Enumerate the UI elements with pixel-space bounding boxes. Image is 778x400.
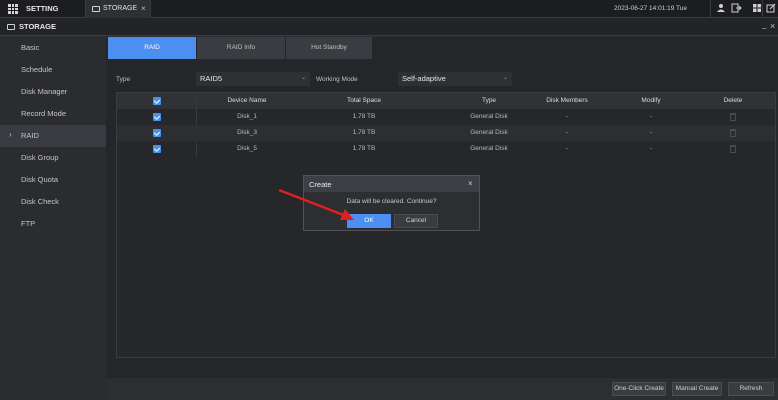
ok-button[interactable]: OK xyxy=(347,214,391,228)
chevron-right-icon: › xyxy=(9,130,12,139)
table-row[interactable]: Disk_1 1.78 TB General Disk - - xyxy=(117,109,775,125)
sidebar-item-label: Disk Check xyxy=(21,197,59,206)
type-value: RAID5 xyxy=(200,74,223,83)
sidebar-item-label: Disk Quota xyxy=(21,175,59,184)
setting-title[interactable]: SETTING xyxy=(26,4,59,13)
table-row[interactable]: Disk_5 1.78 TB General Disk - - xyxy=(117,141,775,157)
sidebar-item-label: Disk Group xyxy=(21,153,59,162)
chevron-down-icon: ⌄ xyxy=(300,75,306,81)
sidebar-item-label: Disk Manager xyxy=(21,87,68,96)
row-checkbox[interactable] xyxy=(153,113,161,121)
sidebar-item-disk-group[interactable]: Disk Group xyxy=(0,147,106,169)
close-tab-icon[interactable]: × xyxy=(141,4,146,13)
sidebar-item-label: Schedule xyxy=(21,65,53,74)
sidebar-item-ftp[interactable]: FTP xyxy=(0,213,106,235)
dialog-message: Data will be cleared. Continue? xyxy=(346,198,437,205)
top-bar: SETTING STORAGE × 2023-06-27 14:01:19 Tu… xyxy=(0,0,778,18)
disk-members-cell: - xyxy=(565,129,569,136)
working-mode-value: Self-adaptive xyxy=(402,74,446,83)
chevron-down-icon: ⌄ xyxy=(502,75,508,81)
sidebar-item-record-mode[interactable]: Record Mode xyxy=(0,103,106,125)
table-row[interactable]: Disk_3 1.78 TB General Disk - - xyxy=(117,125,775,141)
sidebar: Basic Schedule Disk Manager Record Mode … xyxy=(0,37,106,400)
trash-icon[interactable] xyxy=(730,145,736,153)
col-total-space: Total Space xyxy=(347,97,381,104)
sidebar-item-disk-manager[interactable]: Disk Manager xyxy=(0,81,106,103)
device-name-cell: Disk_3 xyxy=(237,129,257,136)
edit-icon[interactable] xyxy=(765,3,777,15)
minimize-icon[interactable]: _ xyxy=(762,20,766,29)
storage-tab-label: STORAGE xyxy=(103,5,138,12)
working-mode-select[interactable]: Self-adaptive ⌄ xyxy=(398,72,512,86)
col-device-name: Device Name xyxy=(227,97,267,104)
col-disk-members: Disk Members xyxy=(546,97,588,104)
tab-raid-info[interactable]: RAID Info xyxy=(197,37,285,59)
trash-icon[interactable] xyxy=(730,129,736,137)
total-space-cell: 1.78 TB xyxy=(352,145,376,152)
storage-icon xyxy=(7,24,15,30)
modify-cell: - xyxy=(649,113,653,120)
col-delete: Delete xyxy=(723,97,743,104)
tab-hot-standby[interactable]: Hot Standby xyxy=(286,37,372,59)
table-header: Device Name Total Space Type Disk Member… xyxy=(117,93,775,109)
datetime-display: 2023-06-27 14:01:19 Tue xyxy=(614,5,688,12)
refresh-button[interactable]: Refresh xyxy=(728,382,774,396)
page-title: STORAGE xyxy=(19,22,56,31)
main-menu-grid-icon[interactable] xyxy=(8,4,18,14)
sidebar-item-schedule[interactable]: Schedule xyxy=(0,59,106,81)
storage-tab[interactable]: STORAGE × xyxy=(86,0,150,18)
modify-cell: - xyxy=(649,129,653,136)
manual-create-button[interactable]: Manual Create xyxy=(672,382,722,396)
close-icon[interactable]: × xyxy=(468,179,473,188)
row-checkbox[interactable] xyxy=(153,129,161,137)
create-dialog: Create × Data will be cleared. Continue?… xyxy=(303,175,480,231)
close-icon[interactable]: × xyxy=(770,21,775,31)
device-name-cell: Disk_1 xyxy=(237,113,257,120)
dialog-title: Create xyxy=(309,180,332,189)
trash-icon[interactable] xyxy=(730,113,736,121)
logout-icon[interactable] xyxy=(731,3,743,15)
user-icon[interactable] xyxy=(715,3,727,15)
total-space-cell: 1.78 TB xyxy=(352,113,376,120)
working-mode-label: Working Mode xyxy=(316,76,358,83)
action-bar: One-Click Create Manual Create Refresh xyxy=(106,378,778,400)
select-all-checkbox[interactable] xyxy=(153,97,161,105)
storage-header: STORAGE _ × xyxy=(0,18,778,36)
col-modify: Modify xyxy=(641,97,661,104)
cancel-button[interactable]: Cancel xyxy=(394,214,438,228)
tab-raid[interactable]: RAID xyxy=(108,37,196,59)
disk-members-cell: - xyxy=(565,145,569,152)
row-checkbox[interactable] xyxy=(153,145,161,153)
type-select[interactable]: RAID5 ⌄ xyxy=(196,72,310,86)
sidebar-item-label: FTP xyxy=(21,219,36,228)
sidebar-item-raid[interactable]: › RAID xyxy=(0,125,106,147)
total-space-cell: 1.78 TB xyxy=(352,129,376,136)
type-label: Type xyxy=(116,76,131,83)
sidebar-item-label: Record Mode xyxy=(21,109,67,118)
storage-icon xyxy=(92,6,100,12)
dialog-header: Create × xyxy=(304,176,479,192)
sidebar-item-basic[interactable]: Basic xyxy=(0,37,106,59)
device-name-cell: Disk_5 xyxy=(237,145,257,152)
modify-cell: - xyxy=(649,145,653,152)
one-click-create-button[interactable]: One-Click Create xyxy=(612,382,666,396)
sidebar-item-disk-check[interactable]: Disk Check xyxy=(0,191,106,213)
disk-members-cell: - xyxy=(565,113,569,120)
sidebar-item-disk-quota[interactable]: Disk Quota xyxy=(0,169,106,191)
sidebar-item-label: Basic xyxy=(21,43,40,52)
sidebar-item-label: RAID xyxy=(21,131,39,140)
